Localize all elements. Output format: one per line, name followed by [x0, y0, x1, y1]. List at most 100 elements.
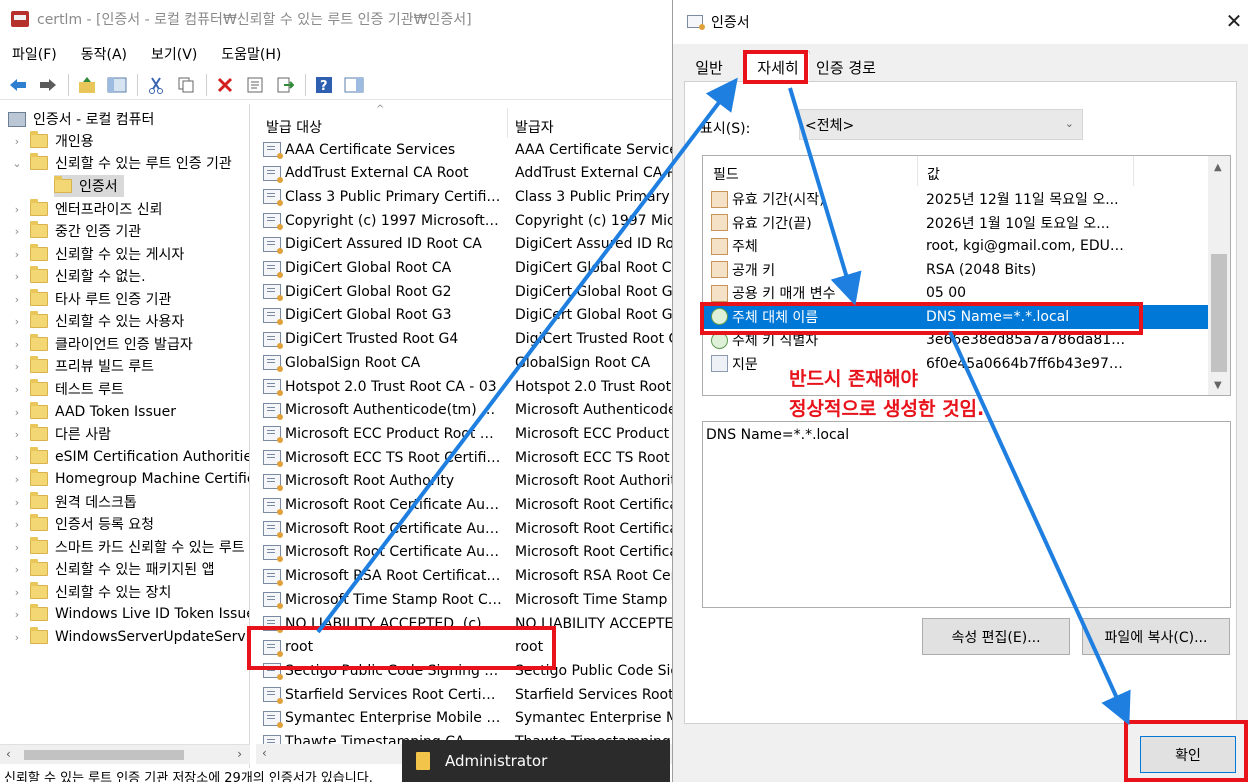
column-divider[interactable]: [507, 108, 508, 138]
help-icon[interactable]: ?: [312, 73, 336, 97]
tree-item[interactable]: › 신뢰할 수 있는 패키지된 앱: [10, 558, 214, 580]
list-item[interactable]: DigiCert Global Root G3 DigiCert Global R…: [256, 304, 680, 327]
show-dropdown[interactable]: <전체> ⌄: [799, 109, 1083, 140]
chevron-right-icon[interactable]: ›: [10, 135, 24, 148]
list-item[interactable]: AAA Certificate Services AAA Certificate …: [256, 138, 680, 161]
show-tree-icon[interactable]: [105, 73, 129, 97]
menu-view[interactable]: 보기(V): [139, 44, 209, 64]
tab-general[interactable]: 일반: [685, 54, 733, 81]
list-item[interactable]: Microsoft ECC TS Root Certificate Author…: [256, 446, 680, 469]
chevron-right-icon[interactable]: ›: [10, 518, 24, 531]
chevron-right-icon[interactable]: ›: [10, 383, 24, 396]
tree-item[interactable]: › 신뢰할 수 있는 게시자: [10, 243, 184, 265]
tree-item[interactable]: › 원격 데스크톱: [10, 491, 137, 513]
tree-item[interactable]: › 신뢰할 수 없는.: [10, 265, 146, 287]
edit-properties-button[interactable]: 속성 편집(E)...: [922, 618, 1070, 655]
tree-item[interactable]: › 엔터프라이즈 신뢰: [10, 198, 163, 220]
chevron-right-icon[interactable]: ›: [10, 360, 24, 373]
chevron-right-icon[interactable]: ›: [10, 496, 24, 509]
chevron-right-icon[interactable]: ›: [10, 270, 24, 283]
tree-item[interactable]: › 타사 루트 인증 기관: [10, 288, 171, 310]
scroll-right-icon[interactable]: ›: [237, 747, 242, 761]
scroll-down-icon[interactable]: ▼: [1214, 380, 1222, 391]
list-item[interactable]: Microsoft Authenticode(tm) Root Authorit…: [256, 399, 680, 422]
column-issued-by[interactable]: 발급자: [515, 117, 554, 137]
column-value[interactable]: 값: [927, 164, 940, 184]
field-row[interactable]: 유효 기간(시작) 2025년 12월 11일 목요일 오...: [703, 187, 1209, 211]
chevron-right-icon[interactable]: ›: [10, 451, 24, 464]
list-item[interactable]: Class 3 Public Primary Certification Aut…: [256, 185, 680, 208]
scroll-left-icon[interactable]: ‹: [262, 746, 267, 760]
list-item[interactable]: GlobalSign Root CA GlobalSign Root CA: [256, 351, 680, 374]
chevron-right-icon[interactable]: ›: [10, 338, 24, 351]
properties-icon[interactable]: [243, 73, 267, 97]
column-field[interactable]: 필드: [713, 164, 739, 184]
tree-root[interactable]: 인증서 - 로컬 컴퓨터: [8, 108, 154, 130]
back-icon[interactable]: [6, 73, 30, 97]
copy-to-file-button[interactable]: 파일에 복사(C)...: [1082, 618, 1230, 655]
chevron-right-icon[interactable]: ›: [10, 293, 24, 306]
chevron-right-icon[interactable]: ›: [10, 225, 24, 238]
chevron-down-icon[interactable]: ⌄: [10, 157, 24, 170]
cut-icon[interactable]: [144, 73, 168, 97]
forward-icon[interactable]: [36, 73, 60, 97]
list-item[interactable]: Microsoft RSA Root Certificate Authority…: [256, 565, 680, 588]
menu-file[interactable]: 파일(F): [0, 44, 69, 64]
chevron-right-icon[interactable]: ›: [10, 563, 24, 576]
list-item[interactable]: Microsoft Root Certificate Authority 201…: [256, 517, 680, 540]
menu-action[interactable]: 동작(A): [69, 44, 139, 64]
list-item[interactable]: DigiCert Global Root G2 DigiCert Global R…: [256, 280, 680, 303]
tree-item[interactable]: › 신뢰할 수 있는 사용자: [10, 310, 184, 332]
column-divider[interactable]: [917, 156, 918, 186]
tree-item[interactable]: › 중간 인증 기관: [10, 220, 141, 242]
list-item[interactable]: Microsoft Root Authority Microsoft Root A…: [256, 470, 680, 493]
list-item[interactable]: DigiCert Assured ID Root CA DigiCert Assu…: [256, 233, 680, 256]
field-row[interactable]: 주체 root, kgi@gmail.com, EDU, K...: [703, 234, 1209, 258]
chevron-right-icon[interactable]: ›: [10, 428, 24, 441]
scrollbar-thumb[interactable]: [1211, 254, 1227, 372]
list-item[interactable]: DigiCert Trusted Root G4 DigiCert Trusted…: [256, 328, 680, 351]
column-divider[interactable]: [1133, 156, 1134, 186]
delete-icon[interactable]: [213, 73, 237, 97]
tree-item[interactable]: › Windows Live ID Token Issuer: [10, 603, 249, 625]
chevron-right-icon[interactable]: ›: [10, 631, 24, 644]
list-item[interactable]: Microsoft Root Certificate Authority Micr…: [256, 494, 680, 517]
tree-item-personal[interactable]: › 개인용: [10, 130, 94, 152]
field-list-vertical-scrollbar[interactable]: ▲ ▼: [1208, 156, 1230, 395]
list-item[interactable]: Microsoft ECC Product Root Certificate A…: [256, 422, 680, 445]
list-item[interactable]: Microsoft Time Stamp Root Certificate Au…: [256, 588, 680, 611]
tree-item[interactable]: › 클라이언트 인증 발급자: [10, 333, 193, 355]
scrollbar-thumb[interactable]: [24, 750, 184, 760]
chevron-right-icon[interactable]: ›: [10, 248, 24, 261]
tree-item[interactable]: › AAD Token Issuer: [10, 401, 176, 423]
column-issued-to[interactable]: 발급 대상: [266, 117, 322, 137]
chevron-right-icon[interactable]: ›: [10, 586, 24, 599]
tree-item-trusted-root[interactable]: ⌄ 신뢰할 수 있는 루트 인증 기관: [10, 152, 232, 174]
taskbar-tooltip[interactable]: Administrator: [402, 740, 670, 782]
list-item[interactable]: AddTrust External CA Root AddTrust Extern…: [256, 162, 680, 185]
field-value-box[interactable]: DNS Name=*.*.local: [702, 421, 1231, 608]
list-item[interactable]: DigiCert Global Root CA DigiCert Global R…: [256, 257, 680, 280]
chevron-right-icon[interactable]: ›: [10, 608, 24, 621]
list-item[interactable]: Starfield Services Root Certificate Auth…: [256, 683, 680, 706]
tree-item[interactable]: › 다른 사람: [10, 423, 111, 445]
chevron-right-icon[interactable]: ›: [10, 406, 24, 419]
show-pane-icon[interactable]: [342, 73, 366, 97]
close-icon[interactable]: ✕: [1221, 8, 1247, 34]
list-item[interactable]: Symantec Enterprise Mobile Root for Micr…: [256, 707, 680, 730]
tree-item[interactable]: › 인증서 등록 요청: [10, 513, 154, 535]
tree-horizontal-scrollbar[interactable]: ‹ ›: [0, 744, 250, 764]
list-item[interactable]: Copyright (c) 1997 Microsoft Corp. Copyri…: [256, 209, 680, 232]
tree-item[interactable]: › 스마트 카드 신뢰할 수 있는 루트: [10, 536, 245, 558]
tree-item-certificates-selected[interactable]: 인증서: [54, 175, 124, 197]
tab-certification-path[interactable]: 인증 경로: [809, 54, 883, 81]
list-item[interactable]: Microsoft Root Certificate Authority 201…: [256, 541, 680, 564]
tree-item[interactable]: › 프리뷰 빌드 루트: [10, 355, 154, 377]
up-folder-icon[interactable]: [75, 73, 99, 97]
copy-icon[interactable]: [174, 73, 198, 97]
tree-item[interactable]: › 신뢰할 수 있는 장치: [10, 581, 171, 603]
list-item[interactable]: Hotspot 2.0 Trust Root CA - 03 Hotspot 2.…: [256, 375, 680, 398]
chevron-right-icon[interactable]: ›: [10, 473, 24, 486]
tree-item[interactable]: › 테스트 루트: [10, 378, 124, 400]
chevron-right-icon[interactable]: ›: [10, 203, 24, 216]
